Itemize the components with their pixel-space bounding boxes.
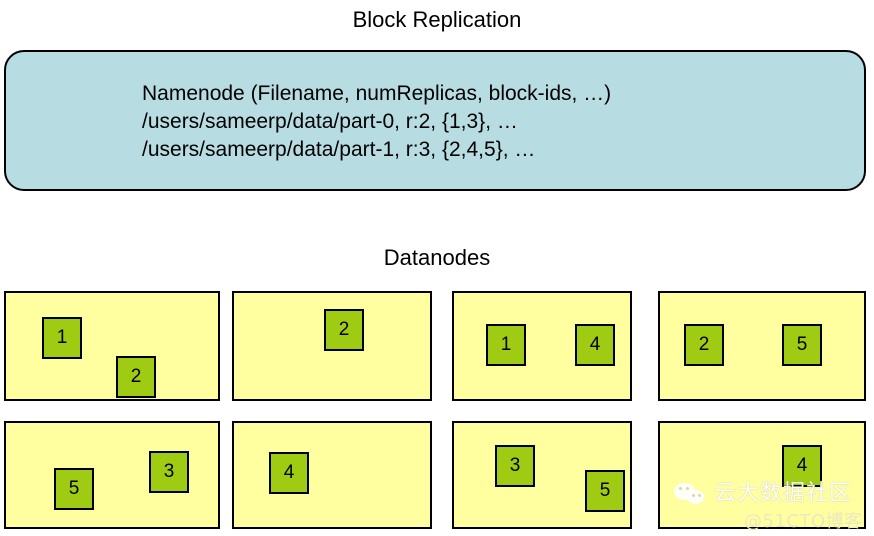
block-5: 5: [54, 468, 94, 510]
block-1: 1: [42, 317, 82, 359]
datanode-6: 4: [232, 421, 432, 529]
namenode-text-block: Namenode (Filename, numReplicas, block-i…: [142, 80, 611, 164]
block-5: 5: [782, 324, 822, 366]
datanode-3: 14: [452, 291, 632, 401]
datanode-7: 35: [452, 421, 632, 529]
page-title: Block Replication: [352, 7, 522, 32]
block-3: 3: [149, 451, 189, 493]
block-1: 1: [486, 324, 526, 366]
namenode-file-entry-part-0: /users/sameerp/data/part-0, r:2, {1,3}, …: [142, 110, 518, 133]
block-5: 5: [585, 470, 625, 512]
namenode-schema-line: Namenode (Filename, numReplicas, block-i…: [142, 82, 612, 105]
datanodes-section-title: Datanodes: [383, 245, 491, 270]
namenode-box: Namenode (Filename, numReplicas, block-i…: [4, 50, 866, 191]
block-4: 4: [782, 445, 822, 487]
block-3: 3: [495, 445, 535, 487]
block-4: 4: [269, 452, 309, 494]
block-4: 4: [575, 324, 615, 366]
block-2: 2: [116, 356, 156, 398]
datanode-5: 53: [4, 421, 220, 529]
block-2: 2: [324, 309, 364, 351]
datanode-4: 25: [658, 291, 866, 401]
block-2: 2: [684, 324, 724, 366]
namenode-file-entry-part-1: /users/sameerp/data/part-1, r:3, {2,4,5}…: [142, 138, 536, 161]
datanode-1: 12: [4, 291, 220, 401]
datanode-2: 2: [232, 291, 432, 401]
datanode-8: 4: [658, 421, 866, 529]
